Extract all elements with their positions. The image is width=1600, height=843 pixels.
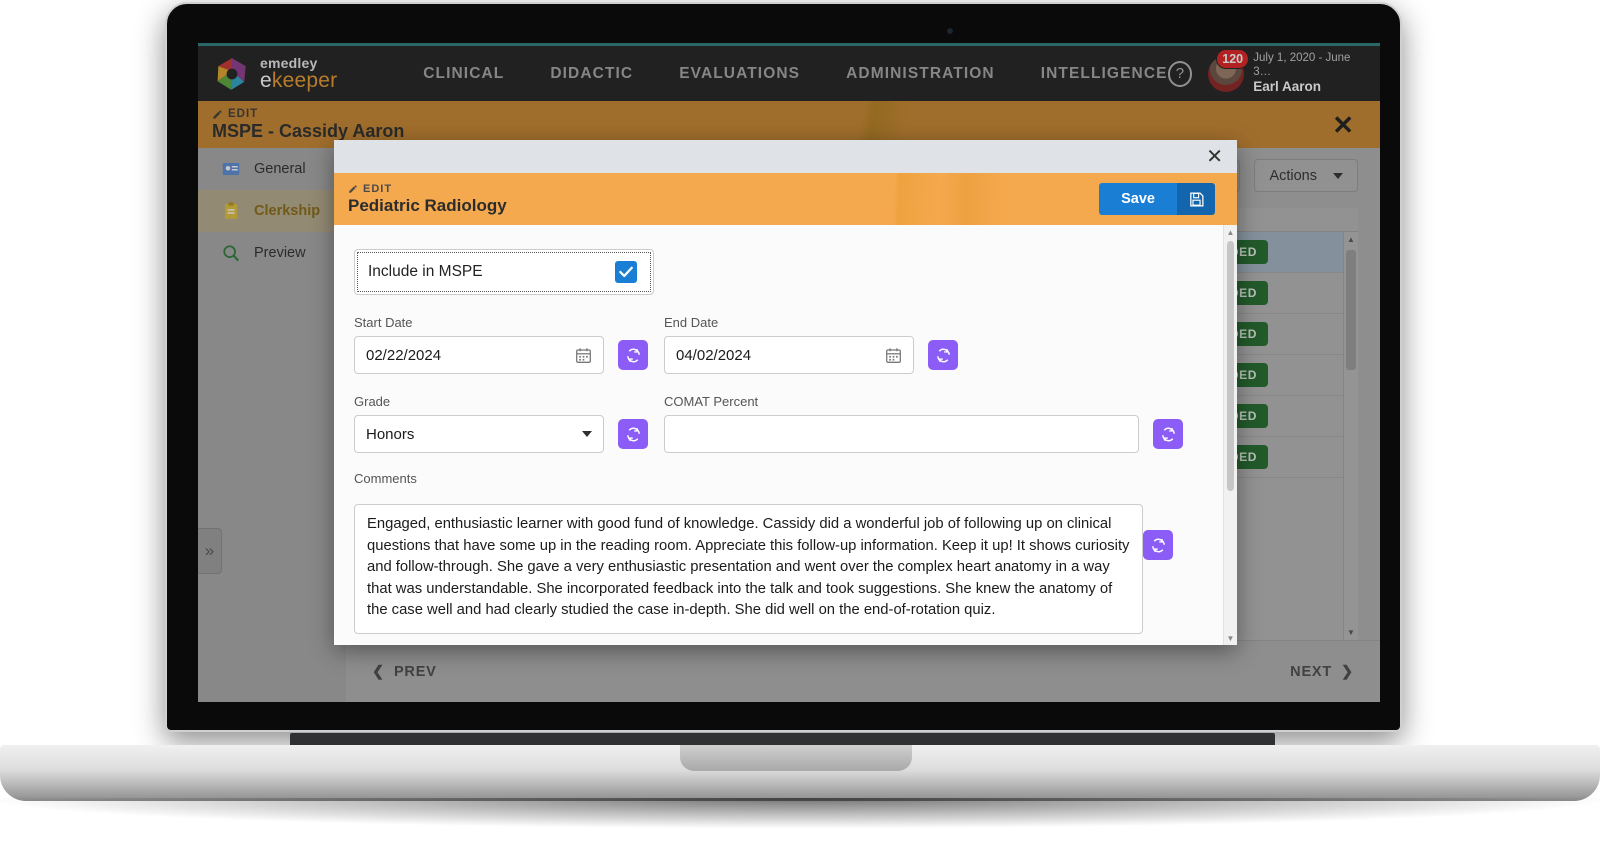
grade-label: Grade — [354, 394, 391, 409]
modal-close-icon[interactable]: ✕ — [1206, 147, 1237, 167]
laptop-mockup: emedley ekeeper CLINICAL DIDACTIC EVALUA… — [0, 0, 1600, 843]
grade-value: Honors — [366, 425, 415, 443]
floppy-disk-save-icon[interactable] — [1177, 183, 1215, 215]
laptop-notch — [680, 745, 912, 771]
modal-scroll-down-icon[interactable]: ▼ — [1224, 631, 1237, 645]
grade-comat-row: Grade Honors COMAT Percent — [354, 394, 1237, 453]
modal-header: EDIT Pediatric Radiology Save — [334, 173, 1237, 225]
comments-textarea[interactable]: Engaged, enthusiastic learner with good … — [354, 504, 1143, 634]
start-date-field: Start Date 02/22/2024 — [354, 315, 604, 374]
end-date-value: 04/02/2024 — [676, 346, 752, 364]
laptop-shadow — [0, 798, 1600, 828]
comments-section: Comments Engaged, enthusiastic learner w… — [354, 471, 1237, 634]
modal-edit-text: EDIT — [363, 183, 393, 196]
end-date-input[interactable]: 04/02/2024 — [664, 336, 914, 374]
grade-field: Grade Honors — [354, 394, 604, 453]
modal-title: Pediatric Radiology — [348, 195, 507, 215]
laptop-screen: emedley ekeeper CLINICAL DIDACTIC EVALUA… — [198, 43, 1380, 702]
application-window: emedley ekeeper CLINICAL DIDACTIC EVALUA… — [198, 43, 1380, 702]
comments-sync-refresh-icon[interactable] — [1143, 530, 1173, 560]
end-date-sync-refresh-icon[interactable] — [928, 340, 958, 370]
comat-percent-label: COMAT Percent — [664, 394, 759, 409]
grade-sync-refresh-icon[interactable] — [618, 419, 648, 449]
comat-percent-input[interactable] — [664, 415, 1139, 453]
start-date-input[interactable]: 02/22/2024 — [354, 336, 604, 374]
modal-body: Include in MSPE Start Date 02/22/2024 En… — [334, 225, 1237, 645]
include-in-mspe-field[interactable]: Include in MSPE — [354, 249, 654, 295]
modal-scrollbar-thumb[interactable] — [1227, 241, 1234, 491]
dates-row: Start Date 02/22/2024 End Date 04/02/202… — [354, 315, 1237, 374]
pencil-icon — [349, 185, 357, 194]
end-date-field: End Date 04/02/2024 — [664, 315, 914, 374]
laptop-camera-icon — [947, 28, 953, 34]
calendar-icon[interactable] — [575, 347, 592, 364]
chevron-down-icon — [582, 431, 592, 437]
comments-label: Comments — [354, 471, 417, 486]
edit-clerkship-modal: ✕ EDIT Pediatric Radiology Save Include … — [334, 140, 1237, 645]
save-button-group: Save — [1099, 183, 1215, 215]
include-in-mspe-label: Include in MSPE — [368, 263, 483, 280]
calendar-icon[interactable] — [885, 347, 902, 364]
comments-wrap: Engaged, enthusiastic learner with good … — [354, 504, 1237, 634]
modal-scroll-up-icon[interactable]: ▲ — [1224, 225, 1237, 239]
start-date-sync-refresh-icon[interactable] — [618, 340, 648, 370]
modal-edit-label: EDIT — [348, 183, 507, 196]
save-button[interactable]: Save — [1099, 183, 1177, 215]
start-date-label: Start Date — [354, 315, 413, 330]
include-in-mspe-checkbox[interactable] — [615, 261, 637, 283]
end-date-label: End Date — [664, 315, 719, 330]
check-icon — [619, 266, 633, 278]
modal-topbar: ✕ — [334, 140, 1237, 173]
comat-percent-field: COMAT Percent — [664, 394, 1139, 453]
modal-scrollbar[interactable]: ▲ ▼ — [1223, 225, 1237, 645]
start-date-value: 02/22/2024 — [366, 346, 442, 364]
modal-header-left: EDIT Pediatric Radiology — [334, 183, 507, 215]
comat-percent-sync-refresh-icon[interactable] — [1153, 419, 1183, 449]
grade-select[interactable]: Honors — [354, 415, 604, 453]
